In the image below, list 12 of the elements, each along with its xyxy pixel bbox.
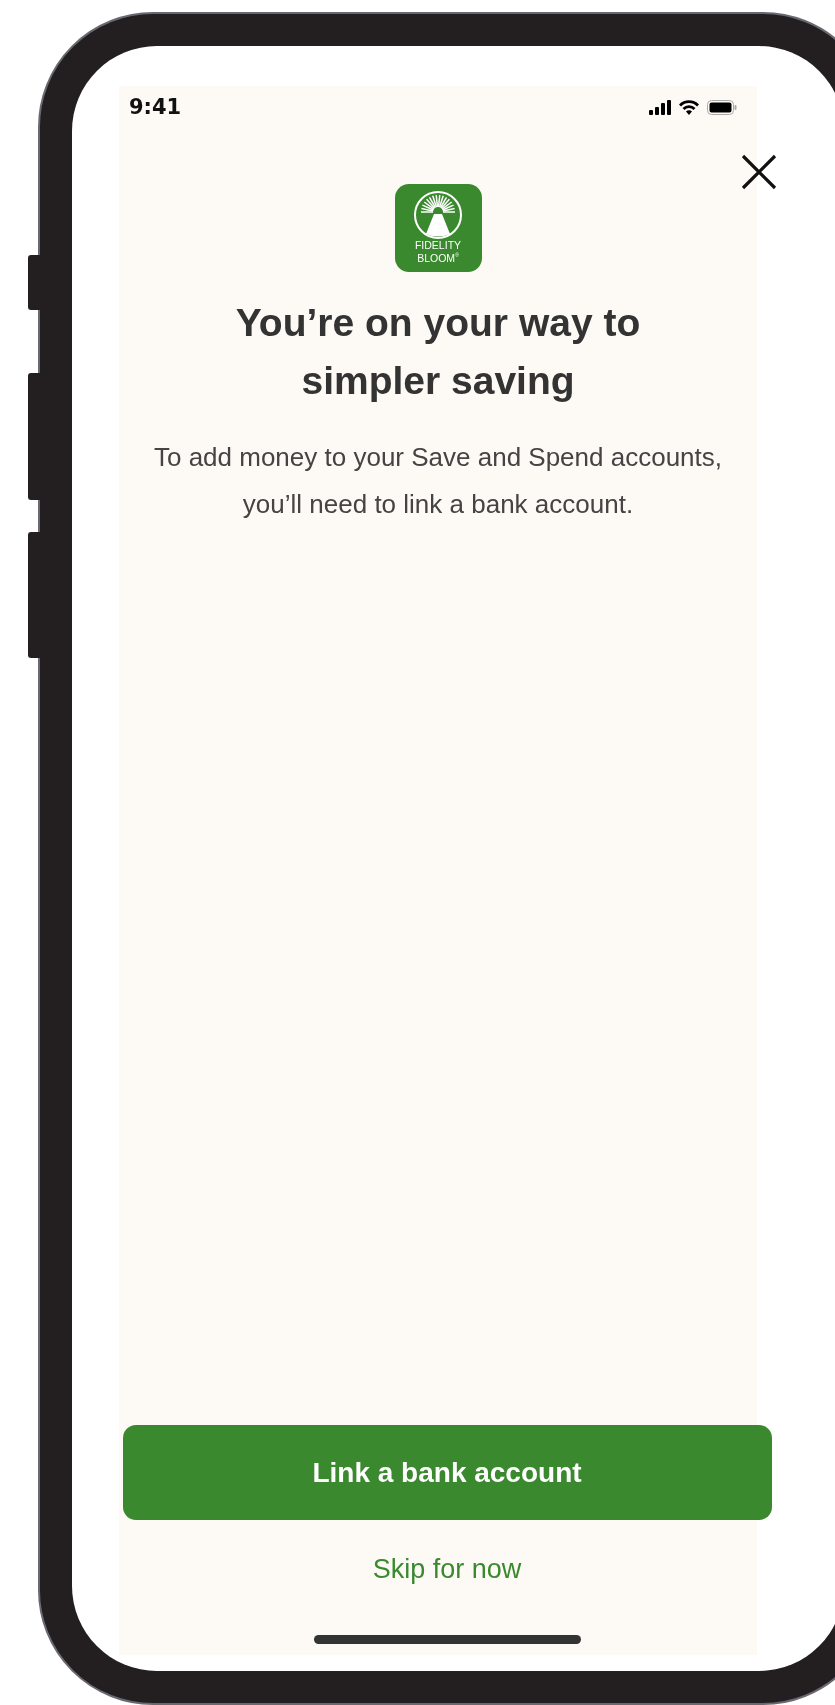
logo-text: FIDELITY <box>414 240 462 250</box>
sunburst-icon <box>413 190 463 240</box>
signal-icon <box>649 99 671 115</box>
wifi-icon <box>678 99 700 115</box>
link-bank-account-button[interactable]: Link a bank account <box>122 1425 772 1520</box>
modal-message: To add money to your Save and Spend accounts, you’ll need to link a bank account. <box>152 441 723 521</box>
battery-icon <box>707 99 737 115</box>
modal-title: You’re on your way to simpler saving <box>234 300 642 404</box>
status-time: 9:41 <box>129 95 182 119</box>
skip-link[interactable]: Skip for now <box>372 1554 522 1585</box>
logo-text: BLOOM$^{®}$ <box>417 250 459 263</box>
close-icon[interactable] <box>741 154 777 190</box>
